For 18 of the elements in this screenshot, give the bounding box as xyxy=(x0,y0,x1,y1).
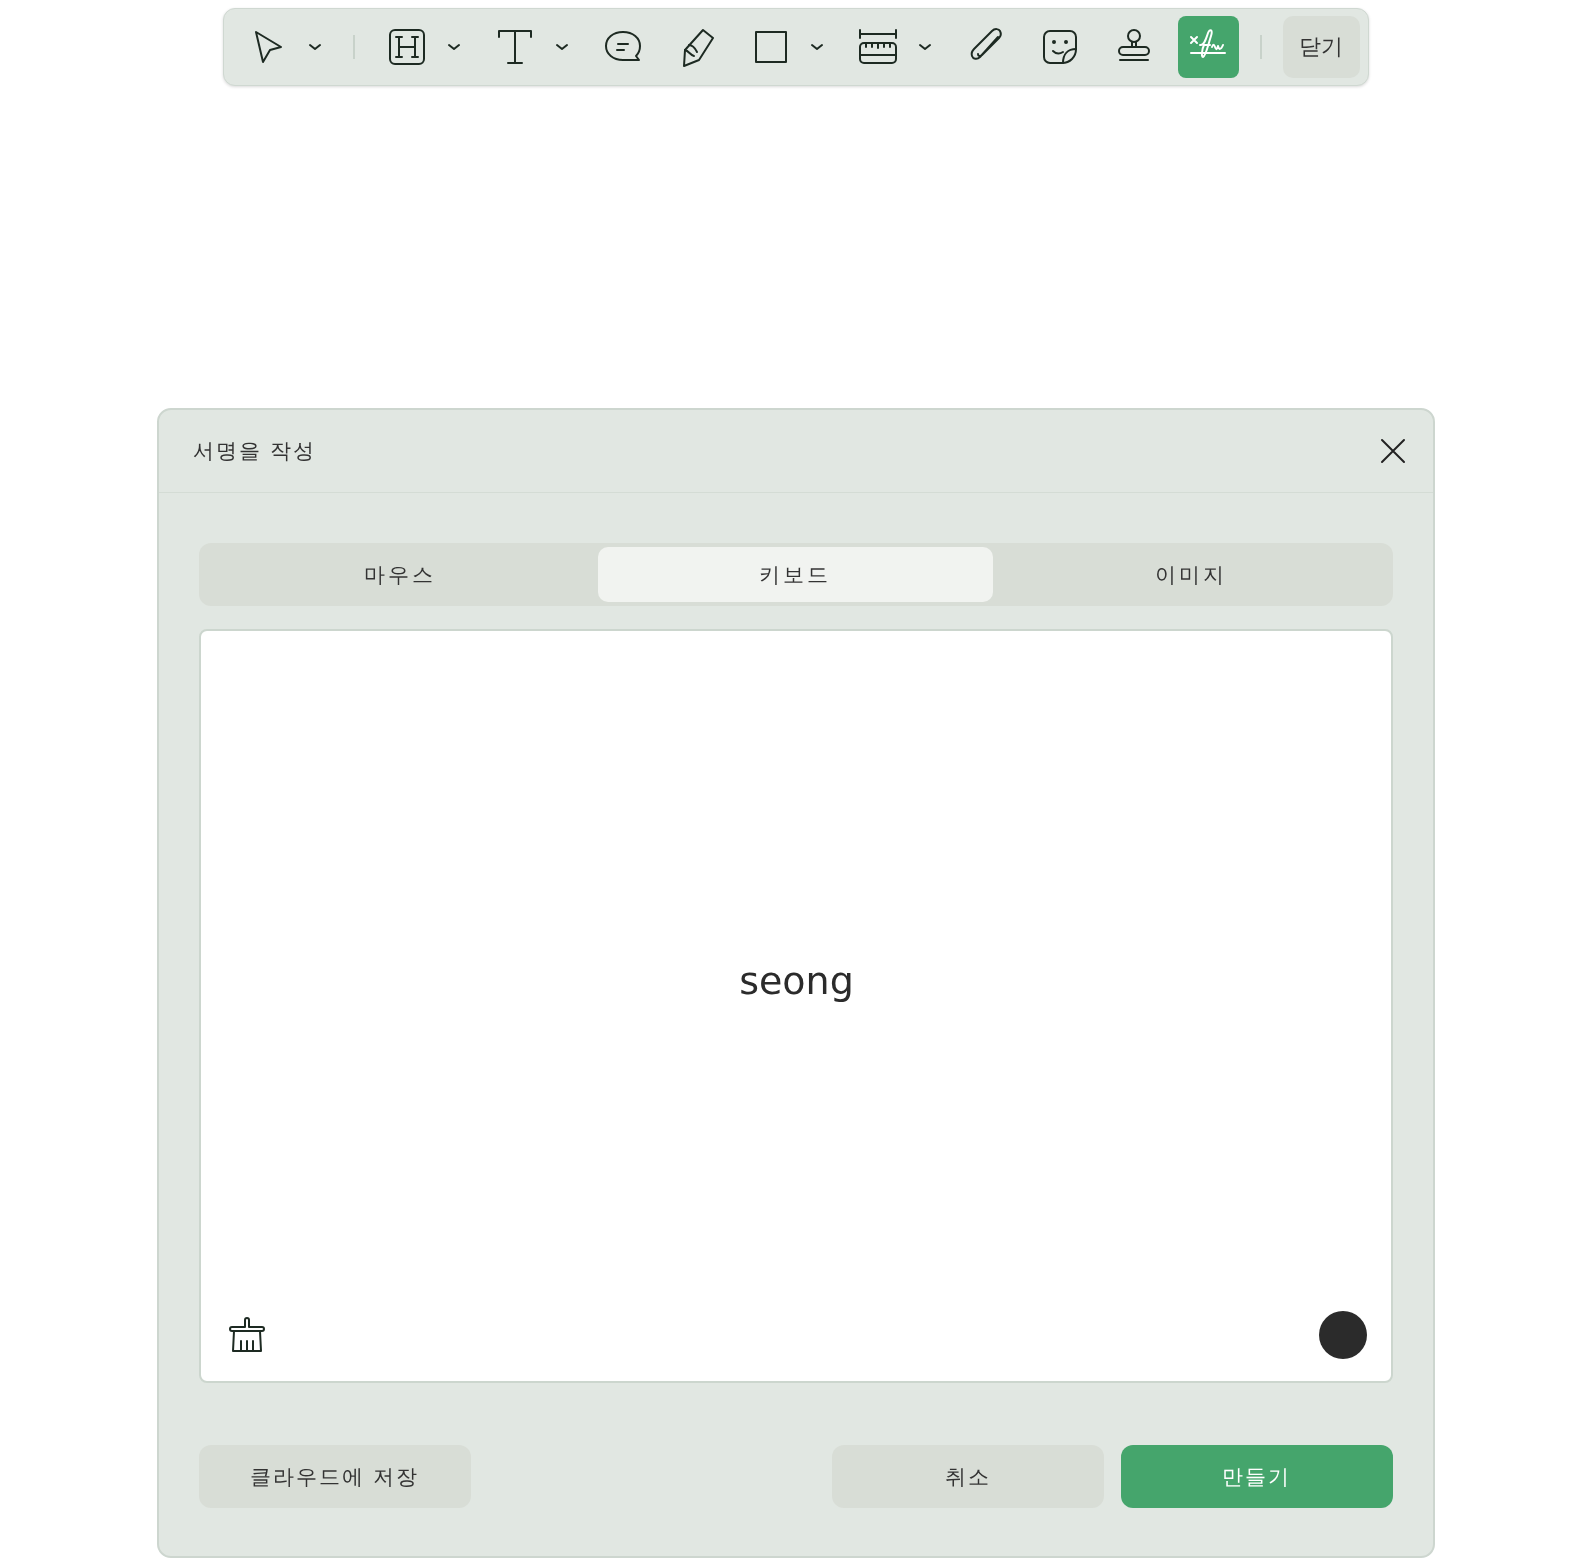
signature-text: seong xyxy=(739,959,854,1003)
ruler-icon xyxy=(858,27,899,67)
secondary-button[interactable]: 취소 xyxy=(831,1445,1104,1508)
chevron-down-icon xyxy=(918,42,933,52)
tab[interactable]: 키보드 xyxy=(597,547,994,602)
dialog-title: 서명을 작성 xyxy=(192,438,317,465)
chevron-down-icon xyxy=(307,42,322,52)
secondary-button[interactable]: 클라우드에 저장 xyxy=(198,1445,471,1508)
brush-icon[interactable] xyxy=(226,1315,267,1355)
close-button[interactable]: 닫기 xyxy=(1282,16,1360,78)
chevron-down-icon xyxy=(554,42,569,52)
selected-tool-button[interactable] xyxy=(1177,16,1239,78)
ink-color-swatch[interactable] xyxy=(1318,1311,1367,1359)
tab[interactable]: 이미지 xyxy=(993,547,1389,602)
tab[interactable]: 마우스 xyxy=(202,547,598,602)
heading-icon xyxy=(386,27,427,67)
chevron-down-icon xyxy=(446,42,461,52)
chevron-down-icon xyxy=(810,42,825,52)
